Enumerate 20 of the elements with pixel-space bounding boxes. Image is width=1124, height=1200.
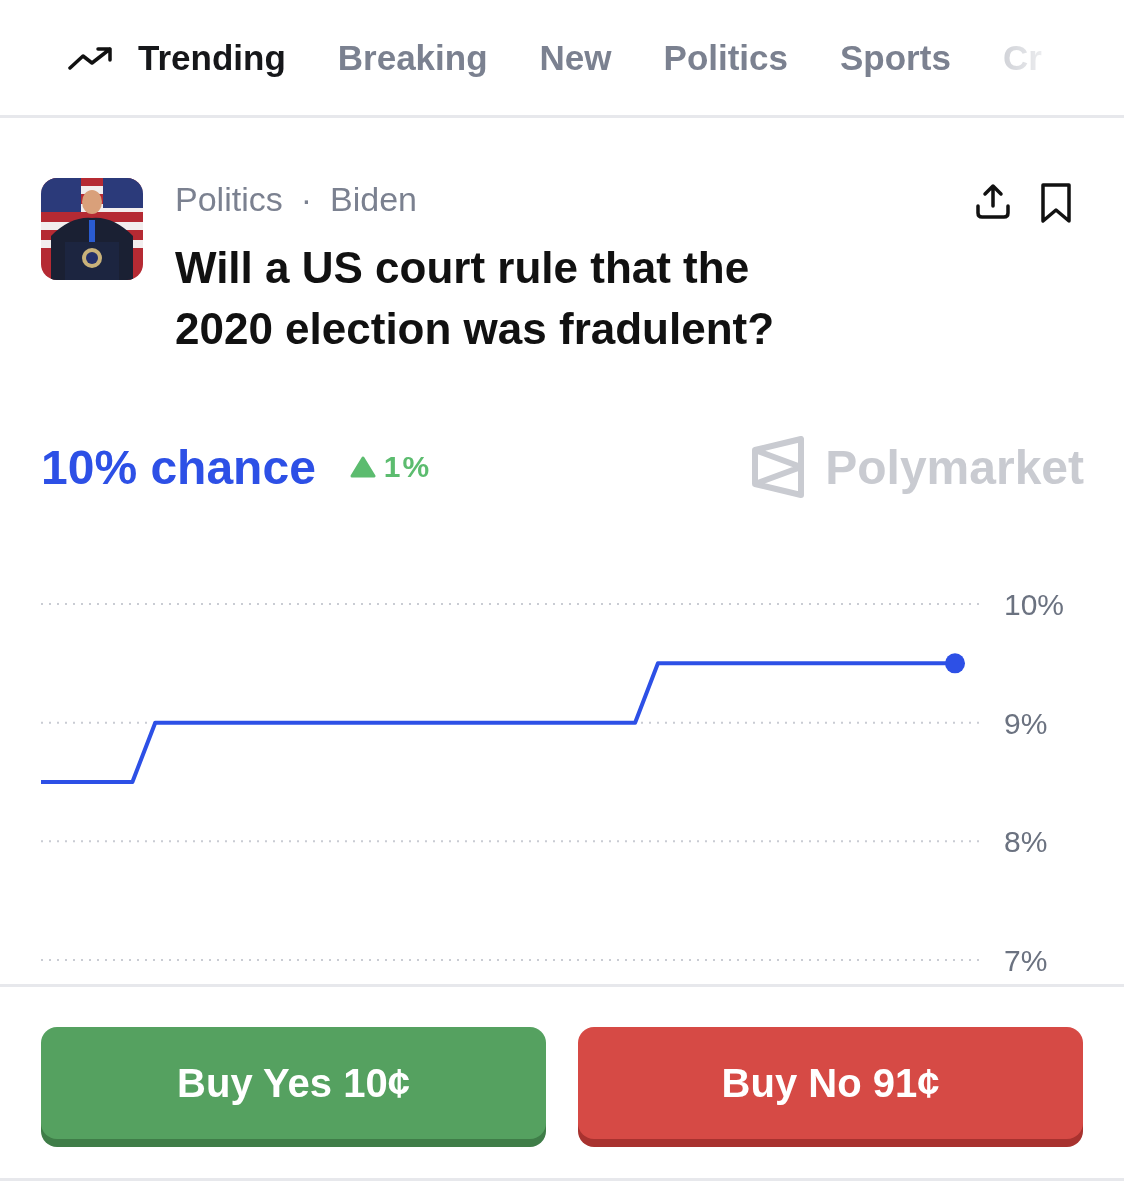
category-tab[interactable]: Politics xyxy=(663,37,788,78)
bookmark-icon[interactable] xyxy=(1040,182,1072,224)
chance-value: 10% chance xyxy=(41,439,316,495)
category-tab[interactable]: New xyxy=(539,37,612,78)
category-label[interactable]: Politics xyxy=(175,180,283,219)
axis-label: 9% xyxy=(1004,706,1048,740)
market-title: Will a US court rule that the 2020 election was fradulent? xyxy=(175,242,776,355)
axis-label: 7% xyxy=(1004,944,1048,977)
axis-label: 10% xyxy=(1004,588,1065,621)
current-point xyxy=(945,653,965,674)
category-tab[interactable]: Breaking xyxy=(337,37,488,78)
logo-icon xyxy=(751,436,806,498)
change-value: 1% xyxy=(383,450,432,484)
axis-label: 8% xyxy=(1004,825,1048,859)
trending-icon xyxy=(68,45,114,70)
category-tab[interactable]: Sports xyxy=(840,37,951,78)
share-icon[interactable] xyxy=(974,182,1012,220)
category-tab[interactable]: Trending xyxy=(68,37,286,78)
separator-dot: · xyxy=(300,180,313,219)
tag-label[interactable]: Biden xyxy=(330,180,417,219)
